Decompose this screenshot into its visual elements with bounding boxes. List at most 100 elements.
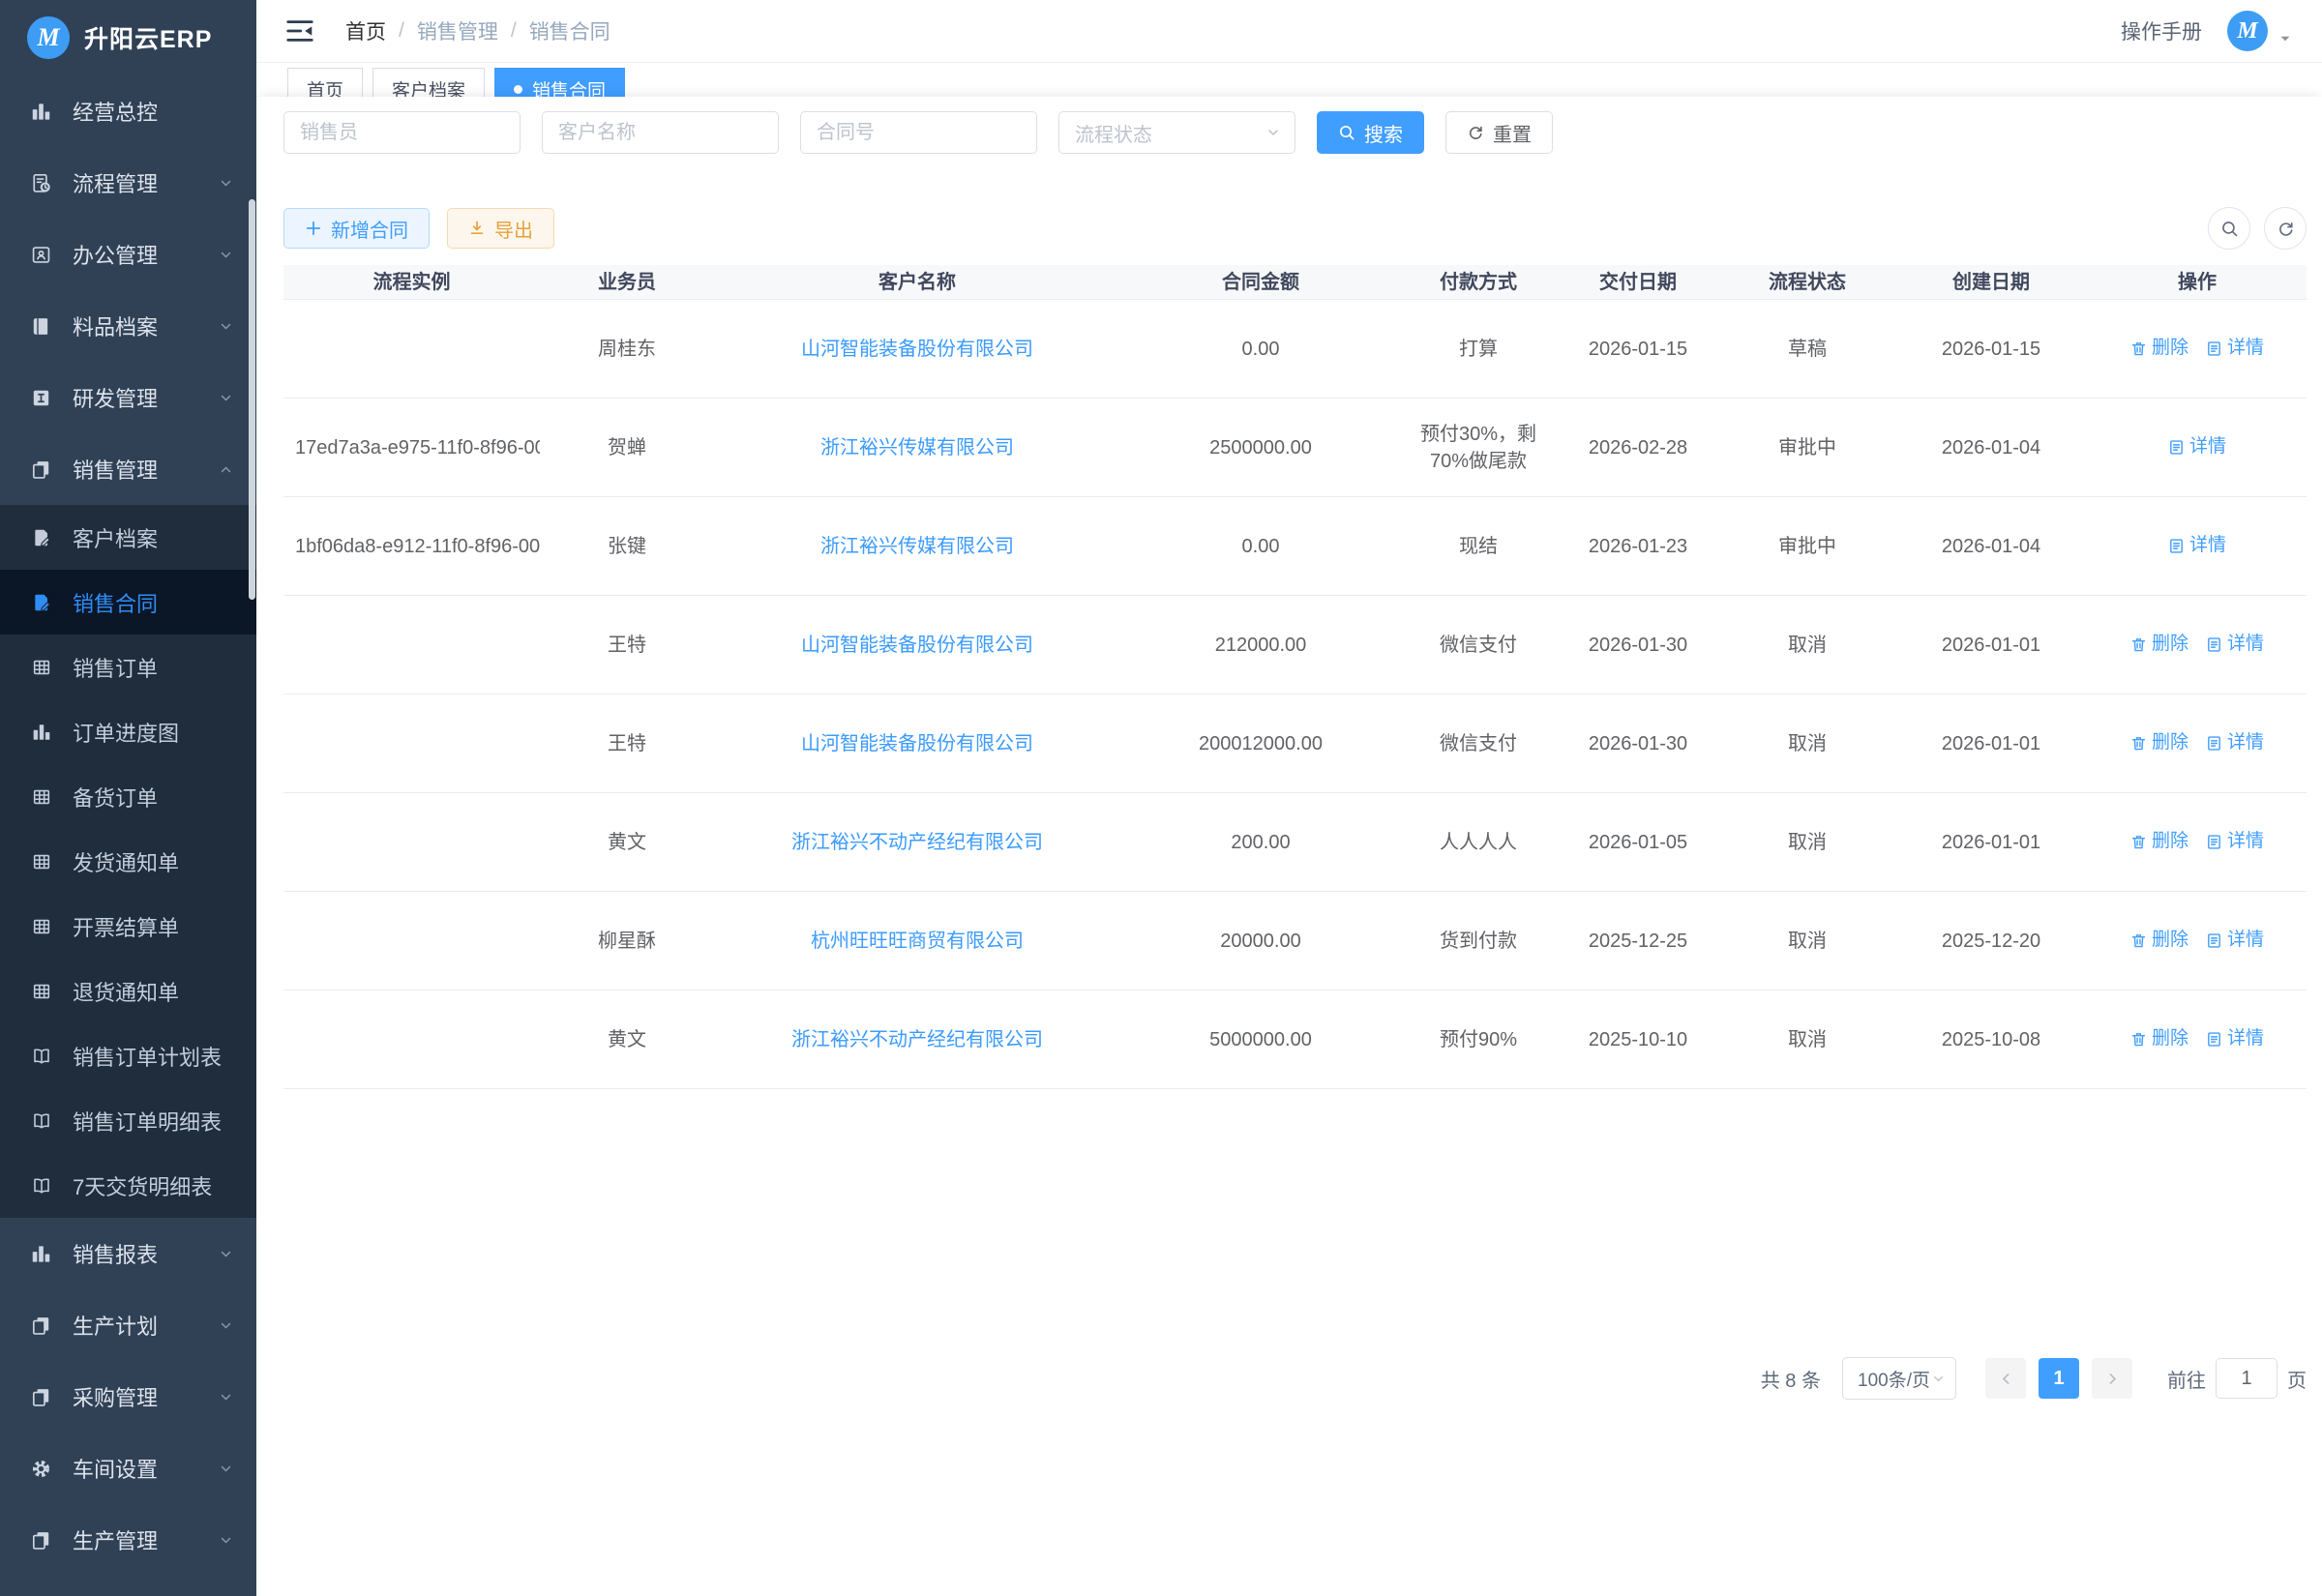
detail-link[interactable]: 详情 [2206, 928, 2264, 954]
page-1-button[interactable]: 1 [2039, 1358, 2079, 1399]
customer-link[interactable]: 浙江裕兴不动产经纪有限公司 [791, 1026, 1043, 1053]
caret-down-icon[interactable] [2277, 31, 2293, 46]
salesperson-input[interactable] [283, 111, 521, 154]
sidebar-item-sales-mgmt[interactable]: 销售管理 [0, 433, 256, 505]
export-button[interactable]: 导出 [447, 208, 554, 249]
download-icon [468, 220, 486, 237]
sidebar-item-sales-order-detail[interactable]: 销售订单明细表 [0, 1088, 256, 1153]
status-select[interactable]: 流程状态 [1058, 111, 1295, 154]
page-size-select[interactable]: 100条/页 [1842, 1357, 1956, 1400]
customer-link[interactable]: 山河智能装备股份有限公司 [801, 730, 1033, 757]
delete-link[interactable]: 删除 [2130, 1026, 2188, 1052]
status-cell: 取消 [1720, 632, 1894, 659]
sidebar-item-sales-order-plan[interactable]: 销售订单计划表 [0, 1023, 256, 1088]
customer-link[interactable]: 浙江裕兴传媒有限公司 [820, 434, 1014, 461]
sidebar-item-order-progress[interactable]: 订单进度图 [0, 699, 256, 764]
app-title: 升阳云ERP [84, 20, 212, 55]
sidebar-item-return-notice[interactable]: 退货通知单 [0, 959, 256, 1023]
delete-link[interactable]: 删除 [2130, 730, 2188, 756]
customer-link[interactable]: 浙江裕兴传媒有限公司 [820, 533, 1014, 560]
detail-link[interactable]: 详情 [2206, 1026, 2264, 1052]
customer-link[interactable]: 浙江裕兴不动产经纪有限公司 [791, 829, 1043, 856]
table-refresh-button[interactable] [2264, 207, 2307, 250]
goto-page-input[interactable] [2216, 1358, 2277, 1399]
detail-link[interactable]: 详情 [2206, 632, 2264, 658]
sidebar-item-purchase-mgmt[interactable]: 采购管理 [0, 1361, 256, 1433]
sidebar-item-invoice-settlement[interactable]: 开票结算单 [0, 894, 256, 959]
customer-link[interactable]: 山河智能装备股份有限公司 [801, 336, 1033, 363]
avatar[interactable]: M [2227, 11, 2268, 51]
add-contract-button[interactable]: 新增合同 [283, 208, 430, 249]
table-row: 王特山河智能装备股份有限公司200012000.00微信支付2026-01-30… [283, 695, 2307, 793]
sidebar-item-label: 销售订单 [73, 652, 158, 683]
goto-label: 前往 [2167, 1365, 2206, 1393]
sidebar-item-processing-workshop[interactable]: 加工车间 [0, 1576, 256, 1596]
sidebar-scrollbar[interactable] [249, 199, 255, 600]
status-cell: 审批中 [1720, 533, 1894, 560]
detail-link[interactable]: 详情 [2206, 730, 2264, 756]
filter-bar: 流程状态 搜索 重置 [283, 97, 2307, 154]
sidebar-item-production-mgmt[interactable]: 生产管理 [0, 1504, 256, 1576]
sidebar-item-rnd-mgmt[interactable]: 研发管理 [0, 362, 256, 433]
sidebar-item-label: 发货通知单 [73, 846, 179, 877]
customer-link[interactable]: 山河智能装备股份有限公司 [801, 632, 1033, 659]
sidebar-item-customer-archive[interactable]: 客户档案 [0, 505, 256, 570]
sidebar-item-stock-order[interactable]: 备货订单 [0, 764, 256, 829]
actions-cell: 删除详情 [2088, 730, 2307, 756]
status-cell: 取消 [1720, 829, 1894, 856]
document-icon [2168, 439, 2185, 456]
customer-link[interactable]: 杭州旺旺旺商贸有限公司 [811, 928, 1024, 955]
customer-name-input[interactable] [542, 111, 779, 154]
document-icon [2206, 932, 2222, 949]
logo-icon: M [27, 16, 70, 59]
contract-no-input[interactable] [800, 111, 1037, 154]
table-row: 黄文浙江裕兴不动产经纪有限公司5000000.00预付90%2025-10-10… [283, 990, 2307, 1089]
prev-page-button[interactable] [1985, 1358, 2026, 1399]
breadcrumb-home[interactable]: 首页 [345, 16, 386, 45]
delete-link[interactable]: 删除 [2130, 632, 2188, 658]
op-label: 删除 [2152, 1026, 2188, 1052]
sidebar-item-label: 经营总控 [73, 96, 158, 127]
payment-cell: 打算 [1401, 336, 1556, 363]
chevron-down-icon [219, 391, 233, 405]
sidebar-item-sales-contract[interactable]: 销售合同 [0, 570, 256, 635]
table-search-button[interactable] [2208, 207, 2250, 250]
table-row: 黄文浙江裕兴不动产经纪有限公司200.00人人人人2026-01-05取消202… [283, 793, 2307, 892]
sidebar-item-7day-delivery-detail[interactable]: 7天交货明细表 [0, 1153, 256, 1218]
materials-book-icon [31, 316, 51, 337]
chevron-down-icon [219, 176, 233, 191]
detail-link[interactable]: 详情 [2168, 533, 2226, 559]
detail-link[interactable]: 详情 [2168, 434, 2226, 460]
sidebar-item-delivery-notice[interactable]: 发货通知单 [0, 829, 256, 894]
reset-button[interactable]: 重置 [1445, 111, 1553, 154]
rnd-square-icon [31, 388, 51, 408]
sidebar-item-materials-archive[interactable]: 料品档案 [0, 290, 256, 362]
delete-link[interactable]: 删除 [2130, 928, 2188, 954]
collapse-sidebar-icon[interactable] [285, 18, 314, 44]
sidebar-item-production-plan[interactable]: 生产计划 [0, 1289, 256, 1361]
delivery-date-cell: 2025-10-10 [1556, 1026, 1720, 1053]
trash-icon [2130, 735, 2147, 752]
breadcrumb-sales-mgmt[interactable]: 销售管理 [417, 16, 498, 45]
next-page-button[interactable] [2092, 1358, 2132, 1399]
delivery-date-cell: 2025-12-25 [1556, 928, 1720, 955]
manual-link[interactable]: 操作手册 [2121, 16, 2202, 45]
detail-link[interactable]: 详情 [2206, 829, 2264, 855]
sidebar-item-office-mgmt[interactable]: 办公管理 [0, 219, 256, 290]
delete-link[interactable]: 删除 [2130, 336, 2188, 362]
open-book-icon [32, 1111, 51, 1131]
sidebar-item-sales-order[interactable]: 销售订单 [0, 635, 256, 699]
search-button[interactable]: 搜索 [1317, 111, 1424, 154]
sidebar-item-process-mgmt[interactable]: 流程管理 [0, 147, 256, 219]
detail-link[interactable]: 详情 [2206, 336, 2264, 362]
sidebar-item-workshop-settings[interactable]: 车间设置 [0, 1433, 256, 1504]
sidebar-item-label: 采购管理 [73, 1381, 158, 1412]
delete-link[interactable]: 删除 [2130, 829, 2188, 855]
actions-cell: 详情 [2088, 533, 2307, 559]
sidebar-item-sales-report[interactable]: 销售报表 [0, 1218, 256, 1289]
gear-icon [31, 1459, 51, 1479]
page-size-value: 100条/页 [1857, 1366, 1931, 1392]
delivery-date-cell: 2026-01-23 [1556, 533, 1720, 560]
customer-cell: 浙江裕兴不动产经纪有限公司 [714, 1026, 1120, 1053]
sidebar-item-business-overview[interactable]: 经营总控 [0, 75, 256, 147]
